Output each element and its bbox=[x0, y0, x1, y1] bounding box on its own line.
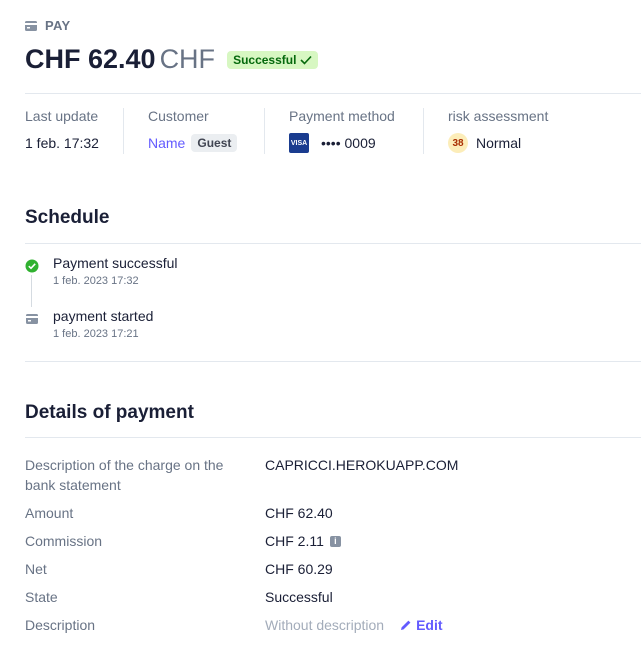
timeline-item-title: payment started bbox=[53, 308, 154, 324]
detail-value: Without description Edit bbox=[265, 615, 443, 635]
summary-customer: Customer Name Guest bbox=[123, 108, 264, 154]
guest-badge: Guest bbox=[191, 134, 238, 152]
schedule-title: Schedule bbox=[25, 207, 110, 228]
last-update-value: 1 feb. 17:32 bbox=[25, 135, 99, 151]
divider bbox=[25, 361, 641, 362]
summary-payment-method: Payment method VISA •••• 0009 bbox=[264, 108, 423, 154]
payment-icon bbox=[26, 314, 38, 324]
info-icon[interactable]: i bbox=[329, 535, 341, 547]
detail-value: CAPRICCI.HEROKUAPP.COM bbox=[265, 457, 459, 473]
divider bbox=[25, 93, 641, 94]
customer-label: Customer bbox=[148, 108, 209, 124]
detail-label: Description bbox=[25, 617, 96, 633]
detail-value: Successful bbox=[265, 589, 333, 605]
detail-label: Commission bbox=[25, 533, 103, 549]
page-kicker: PAY bbox=[25, 18, 70, 33]
payment-method-label: Payment method bbox=[289, 108, 395, 124]
risk-value[interactable]: 38 Normal bbox=[448, 132, 568, 154]
payment-icon bbox=[25, 21, 37, 31]
risk-score-badge: 38 bbox=[448, 133, 468, 153]
customer-name-link[interactable]: Name bbox=[148, 135, 185, 151]
payment-summary: Last update 1 feb. 17:32 Customer Name G… bbox=[25, 108, 592, 154]
timeline-item-time: 1 feb. 2023 17:32 bbox=[53, 275, 139, 287]
last-update-label: Last update bbox=[25, 108, 99, 124]
detail-value: CHF 2.11 i bbox=[265, 531, 341, 551]
timeline-connector bbox=[31, 275, 32, 307]
risk-label: risk assessment bbox=[448, 108, 549, 124]
timeline-item-title: Payment successful bbox=[53, 255, 178, 271]
payment-method-value: VISA •••• 0009 bbox=[289, 132, 399, 154]
customer-value: Name Guest bbox=[148, 132, 240, 154]
description-placeholder: Without description bbox=[265, 617, 385, 633]
pencil-icon bbox=[401, 620, 411, 630]
summary-risk: risk assessment 38 Normal bbox=[423, 108, 592, 154]
card-number: •••• 0009 bbox=[321, 135, 376, 151]
divider bbox=[25, 243, 641, 244]
detail-label: State bbox=[25, 589, 58, 605]
summary-last-update: Last update 1 feb. 17:32 bbox=[25, 108, 123, 154]
timeline-item-time: 1 feb. 2023 17:21 bbox=[53, 328, 139, 340]
risk-level: Normal bbox=[476, 135, 522, 151]
visa-card-icon: VISA bbox=[289, 133, 309, 153]
page-title: CHF 62.40 CHF Successful bbox=[25, 44, 319, 75]
detail-value: CHF 60.29 bbox=[265, 561, 333, 577]
checkmark-icon bbox=[300, 55, 313, 65]
check-circle-icon bbox=[25, 259, 39, 273]
detail-label: Description of the charge on the bank st… bbox=[25, 457, 224, 493]
status-badge-label: Successful bbox=[233, 52, 297, 67]
commission-value: CHF 2.11 bbox=[265, 533, 324, 549]
detail-label: Net bbox=[25, 561, 47, 577]
divider bbox=[25, 437, 641, 438]
edit-description-button[interactable]: Edit bbox=[400, 615, 443, 635]
status-badge: Successful bbox=[227, 50, 319, 69]
amount-value: CHF 62.40 bbox=[25, 44, 156, 74]
detail-label: Amount bbox=[25, 505, 74, 521]
detail-value: CHF 62.40 bbox=[265, 505, 333, 521]
details-title: Details of payment bbox=[25, 402, 194, 423]
kicker-label: PAY bbox=[45, 18, 71, 33]
amount-currency: CHF bbox=[159, 44, 216, 74]
edit-label: Edit bbox=[416, 617, 443, 633]
